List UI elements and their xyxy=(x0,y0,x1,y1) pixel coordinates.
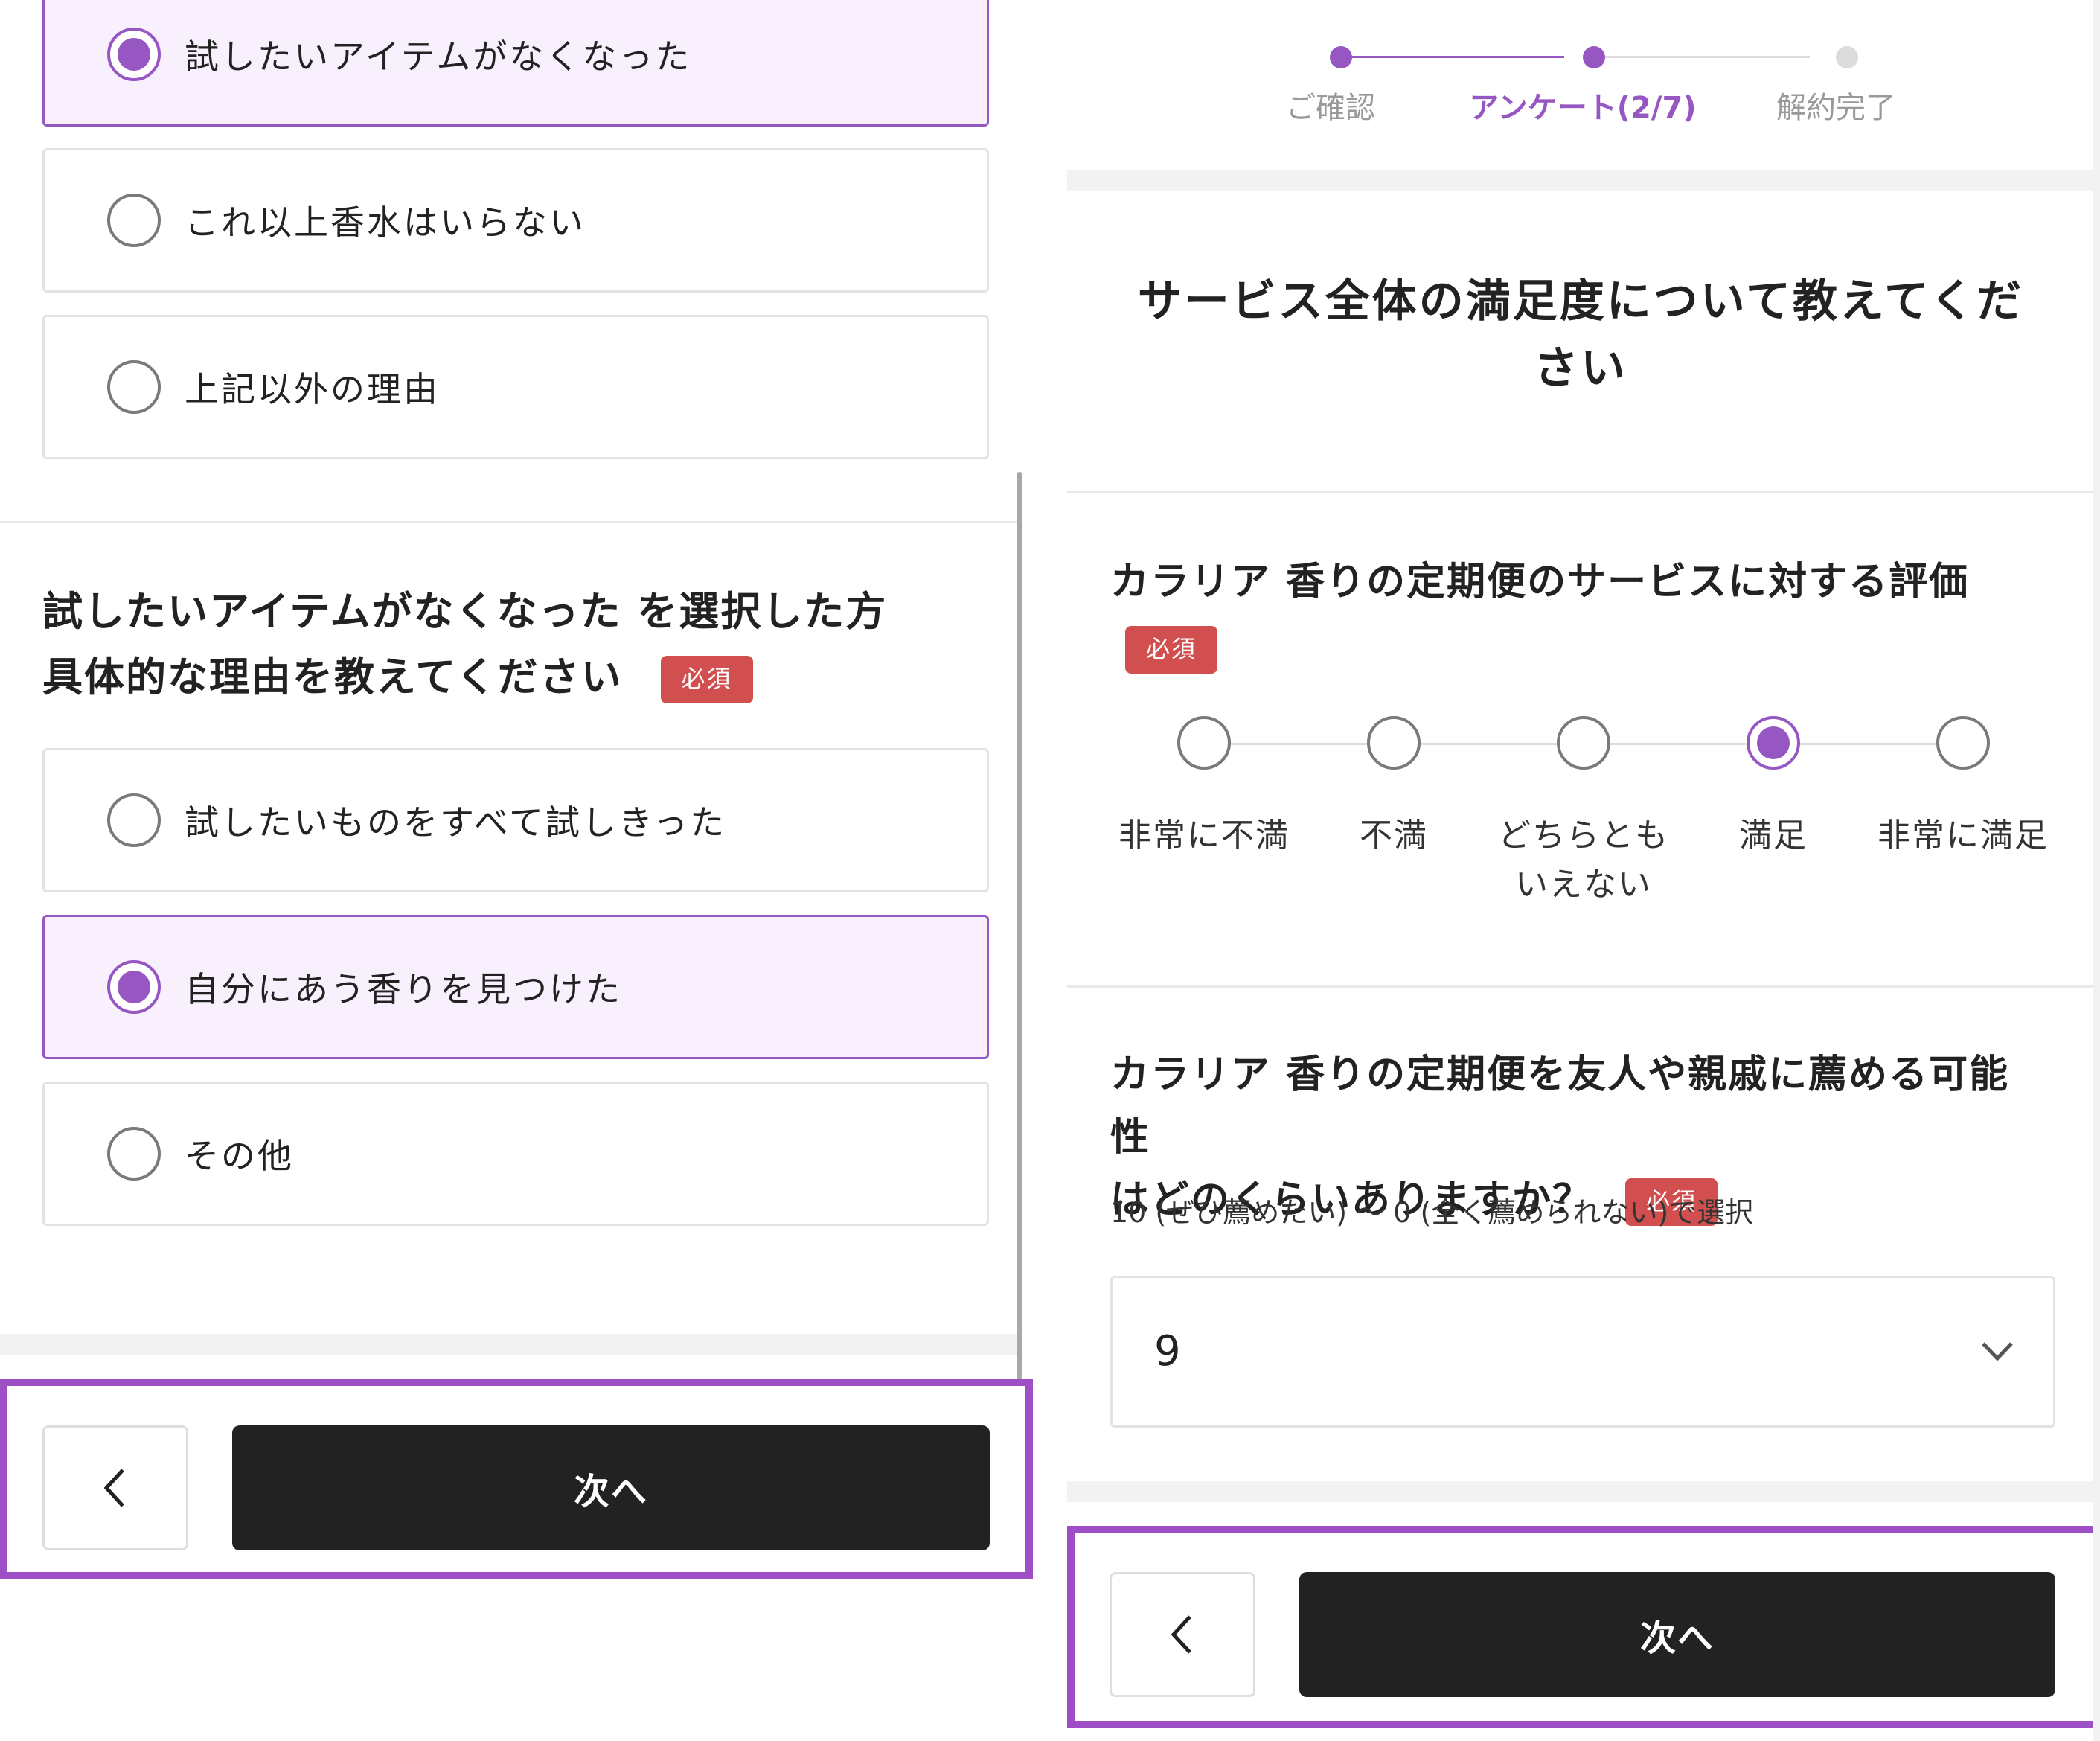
right-edge-scroll-track xyxy=(2093,0,2100,1741)
rating-question-text: カラリア 香りの定期便のサービスに対する評価 xyxy=(1110,560,1970,604)
question-line-2: 具体的な理由を教えてください 必須 xyxy=(42,645,965,710)
footer-highlight-frame: 次へ xyxy=(0,1379,1033,1579)
required-badge: 必須 xyxy=(1125,626,1218,674)
option-label: 試したいものをすべて試しきった xyxy=(185,802,727,843)
recommend-question-line-1: カラリア 香りの定期便を友人や親戚に薦める可能性 xyxy=(1110,1052,2010,1160)
rating-question: カラリア 香りの定期便のサービスに対する評価 必須 xyxy=(1110,549,2033,680)
footer-highlight-frame: 次へ xyxy=(1067,1526,2100,1728)
right-panel: ご確認 アンケート(2/7) 解約完了 サービス全体の満足度について教えてくださ… xyxy=(1067,0,2100,1741)
option-label: 自分にあう香りを見つけた xyxy=(185,969,622,1009)
radio-selected-dot xyxy=(118,971,150,1003)
followup-question: 試したいアイテムがなくなった を選択した方 具体的な理由を教えてください 必須 xyxy=(42,579,965,710)
footer-separator xyxy=(1067,1481,2093,1502)
progress-stepper: ご確認 アンケート(2/7) 解約完了 xyxy=(1067,0,2100,171)
header-separator xyxy=(1067,170,2093,191)
chevron-left-icon xyxy=(103,1469,124,1507)
left-panel: 試したいアイテムがなくなった これ以上香水はいらない 上記以外の理由 試したいア… xyxy=(0,0,1033,1741)
radio-selected-dot xyxy=(1757,726,1790,759)
step-label-confirm: ご確認 xyxy=(1286,91,1375,125)
select-value: 9 xyxy=(1154,1327,1181,1376)
radio-button[interactable] xyxy=(107,793,161,847)
step-label-complete: 解約完了 xyxy=(1776,91,1895,125)
chevron-left-icon xyxy=(1171,1615,1191,1654)
recommend-score-select[interactable]: 9 xyxy=(1110,1276,2055,1428)
section-divider xyxy=(1067,491,2093,493)
scale-label: どちらとも いえない xyxy=(1498,817,1669,904)
option-found-my-scent[interactable]: 自分にあう香りを見つけた xyxy=(42,915,989,1059)
radio-button[interactable] xyxy=(107,1127,161,1181)
next-button[interactable]: 次へ xyxy=(1299,1572,2055,1697)
option-label: これ以上香水はいらない xyxy=(185,202,586,243)
option-other[interactable]: その他 xyxy=(42,1082,989,1226)
satisfaction-scale: 非常に不満 不満 どちらとも いえない 満足 非常に満足 xyxy=(1067,707,2093,930)
screenshot-stage: 試したいアイテムがなくなった これ以上香水はいらない 上記以外の理由 試したいア… xyxy=(0,0,2100,1741)
scale-label: 非常に満足 xyxy=(1877,817,2049,854)
option-label: 試したいアイテムがなくなった xyxy=(185,36,692,77)
step-dot-active xyxy=(1583,46,1605,68)
section-title: サービス全体の満足度について教えてください xyxy=(1137,275,2024,394)
scale-radio-very-satisfied[interactable] xyxy=(1936,716,1990,770)
section-divider xyxy=(1067,985,2093,988)
question-line-1: 試したいアイテムがなくなった を選択した方 xyxy=(42,588,888,635)
section-divider xyxy=(0,521,1017,523)
option-tried-everything[interactable]: 試したいものをすべて試しきった xyxy=(42,748,989,892)
back-button[interactable] xyxy=(42,1425,188,1550)
recommend-hint: 10 (ぜひ薦めたい) 〜 0 (全く薦められない)で選択 xyxy=(1110,1196,1754,1229)
option-label: その他 xyxy=(185,1136,294,1176)
required-badge: 必須 xyxy=(660,656,753,704)
scale-label: 満足 xyxy=(1739,817,1808,854)
radio-button[interactable] xyxy=(107,360,161,414)
scale-radio-neutral[interactable] xyxy=(1557,716,1610,770)
back-button[interactable] xyxy=(1110,1572,1255,1697)
scale-radio-satisfied[interactable] xyxy=(1747,716,1800,770)
scale-radio-dissatisfied[interactable] xyxy=(1367,716,1421,770)
footer-separator xyxy=(0,1334,1017,1355)
option-no-items-to-try[interactable]: 試したいアイテムがなくなった xyxy=(42,0,989,127)
step-connector-complete xyxy=(1341,56,1564,58)
scale-radio-very-dissatisfied[interactable] xyxy=(1177,716,1231,770)
scale-label: 不満 xyxy=(1360,817,1428,854)
step-connector-pending xyxy=(1587,56,1810,58)
option-label: 上記以外の理由 xyxy=(185,369,440,409)
step-dot-done xyxy=(1330,46,1352,68)
question-line-2-text: 具体的な理由を教えてください xyxy=(42,654,623,700)
scale-label: 非常に不満 xyxy=(1118,817,1290,854)
radio-button[interactable] xyxy=(107,960,161,1014)
option-other-reason[interactable]: 上記以外の理由 xyxy=(42,315,989,459)
chevron-down-icon xyxy=(1982,1342,2013,1361)
step-label-survey: アンケート(2/7) xyxy=(1469,91,1697,125)
radio-button[interactable] xyxy=(107,194,161,247)
next-button[interactable]: 次へ xyxy=(232,1425,990,1550)
radio-button[interactable] xyxy=(107,28,161,81)
radio-selected-dot xyxy=(118,38,150,71)
step-dot-todo xyxy=(1836,46,1858,68)
option-no-more-perfume[interactable]: これ以上香水はいらない xyxy=(42,148,989,293)
